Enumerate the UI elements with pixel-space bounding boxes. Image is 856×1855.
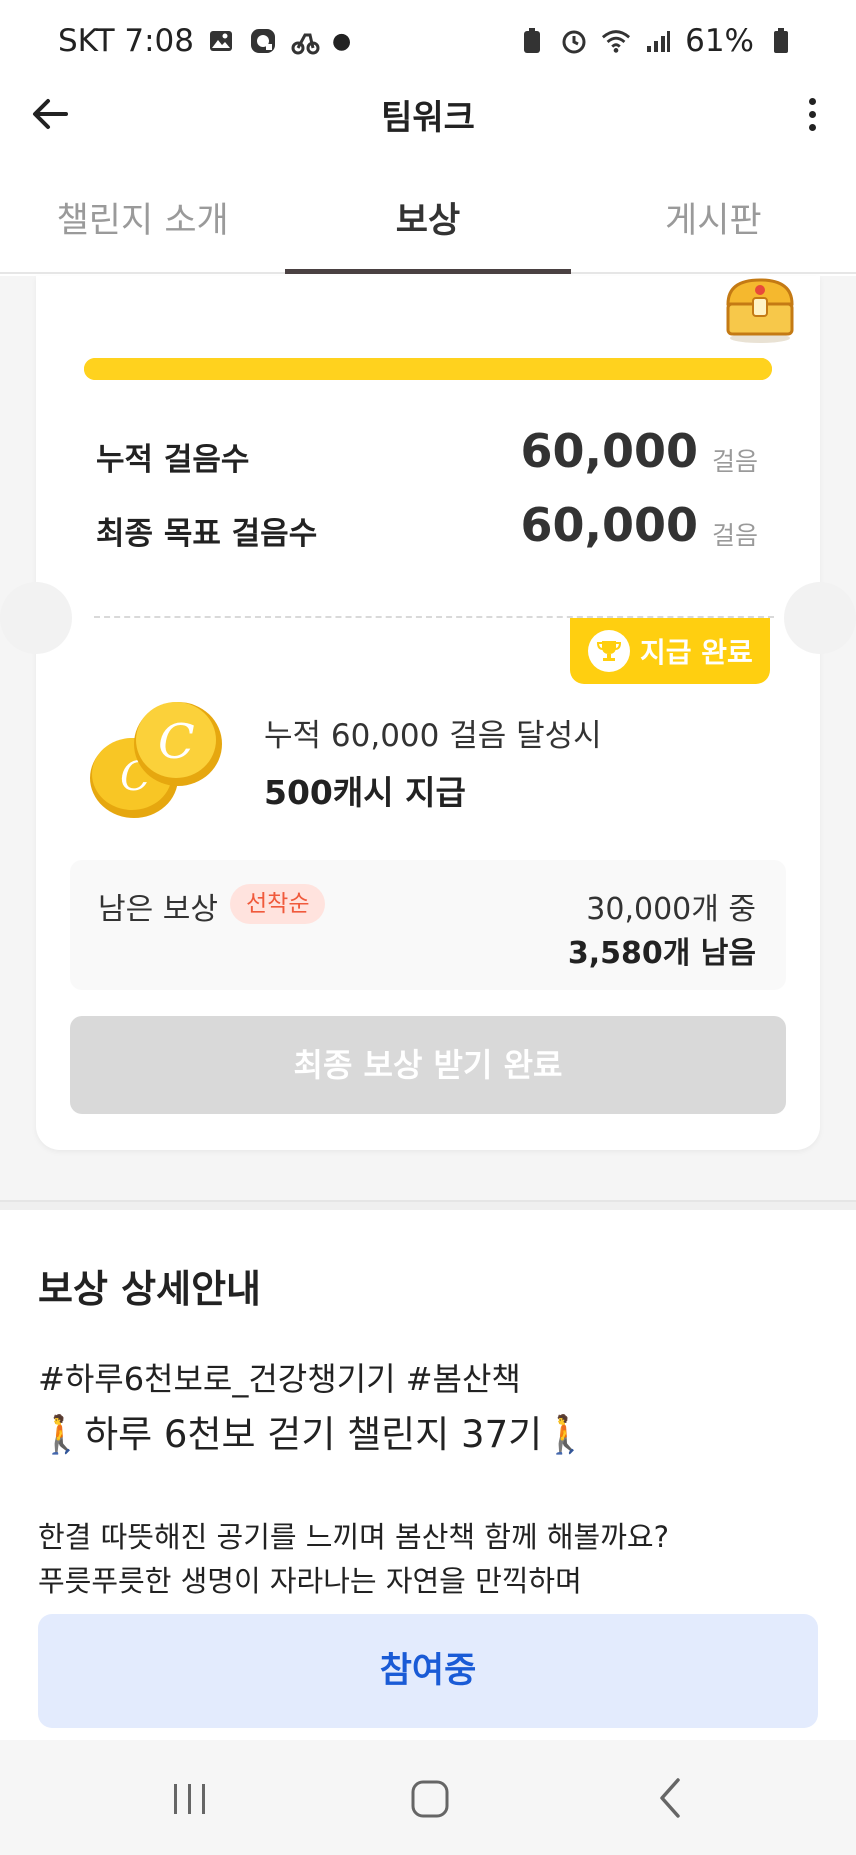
battery-saver-icon — [517, 26, 547, 56]
first-come-tag: 선착순 — [230, 884, 326, 924]
system-nav-bar — [0, 1740, 856, 1855]
walking-person-icon: 🚶 — [542, 1413, 589, 1456]
challenge-headline-text: 하루 6천보 걷기 챌린지 37기 — [84, 1413, 543, 1456]
recent-apps-icon[interactable] — [160, 1770, 220, 1826]
tab-challenge-intro[interactable]: 챌린지 소개 — [0, 170, 285, 272]
reward-condition: 누적 60,000 걸음 달성시 — [264, 718, 602, 754]
app-bar: 팀워크 — [0, 82, 856, 146]
signal-icon — [643, 26, 673, 56]
treasure-chest-icon — [720, 274, 800, 344]
progress-bar — [84, 358, 772, 380]
goal-steps-unit: 걸음 — [711, 521, 758, 550]
ticket-notch-right — [784, 582, 856, 654]
battery-icon — [766, 26, 796, 56]
system-back-icon[interactable] — [640, 1770, 700, 1826]
participating-button[interactable]: 참여중 — [38, 1614, 818, 1728]
goal-steps-value: 60,000 — [520, 498, 698, 552]
remaining-reward-label: 남은 보상 — [98, 892, 218, 927]
paid-complete-label: 지급 완료 — [640, 636, 753, 669]
challenge-headline: 🚶하루 6천보 걷기 챌린지 37기🚶 — [38, 1404, 588, 1458]
svg-text:C: C — [158, 714, 195, 770]
gallery-icon — [206, 26, 236, 56]
talk-icon — [248, 26, 278, 56]
more-options-icon[interactable] — [790, 92, 834, 136]
accumulated-steps-value: 60,000 — [520, 424, 698, 478]
detail-body-line1: 한결 따뜻해진 공기를 느끼며 봄산책 함께 해볼까요? — [38, 1520, 669, 1554]
ticket-notch-left — [0, 582, 72, 654]
remaining-reward-box: 남은 보상 선착순 30,000개 중 3,580개 남음 — [70, 860, 786, 990]
remaining-total: 30,000개 중 — [586, 892, 756, 927]
paid-complete-badge: 지급 완료 — [570, 618, 770, 684]
accumulated-steps-unit: 걸음 — [711, 447, 758, 476]
accumulated-steps-row: 누적 걸음수 60,000 걸음 — [96, 424, 766, 484]
detail-body-line2: 푸릇푸릇한 생명이 자라나는 자연을 만끽하며 — [38, 1564, 582, 1598]
notification-dot-icon: ● — [332, 28, 352, 54]
progress-bar-fill — [84, 358, 772, 380]
battery-percent: 61% — [685, 23, 754, 59]
coins-icon: C C — [86, 696, 226, 824]
final-reward-button[interactable]: 최종 보상 받기 완료 — [70, 1016, 786, 1114]
tab-board[interactable]: 게시판 — [571, 170, 856, 272]
walking-person-icon: 🚶 — [38, 1413, 85, 1456]
tab-bar: 챌린지 소개 보상 게시판 — [0, 170, 856, 274]
tab-reward[interactable]: 보상 — [285, 170, 571, 274]
reward-amount: 500캐시 지급 — [264, 773, 466, 812]
remaining-left: 3,580개 남음 — [567, 936, 756, 971]
wifi-icon — [601, 26, 631, 56]
reward-detail-title: 보상 상세안내 — [38, 1267, 261, 1311]
accumulated-steps-label: 누적 걸음수 — [96, 442, 250, 478]
delivery-icon — [290, 26, 320, 56]
goal-steps-label: 최종 목표 걸음수 — [96, 516, 318, 552]
goal-steps-row: 최종 목표 걸음수 60,000 걸음 — [96, 498, 766, 558]
trophy-icon — [588, 630, 630, 672]
carrier-time: SKT 7:08 — [58, 23, 195, 59]
hashtags: #하루6천보로_건강챙기기 #봄산책 — [38, 1360, 521, 1398]
page-title: 팀워크 — [381, 98, 475, 138]
section-divider — [0, 1200, 856, 1210]
status-bar: SKT 7:08 ● 61% — [0, 0, 856, 82]
home-icon[interactable] — [400, 1770, 460, 1826]
alarm-icon — [559, 26, 589, 56]
